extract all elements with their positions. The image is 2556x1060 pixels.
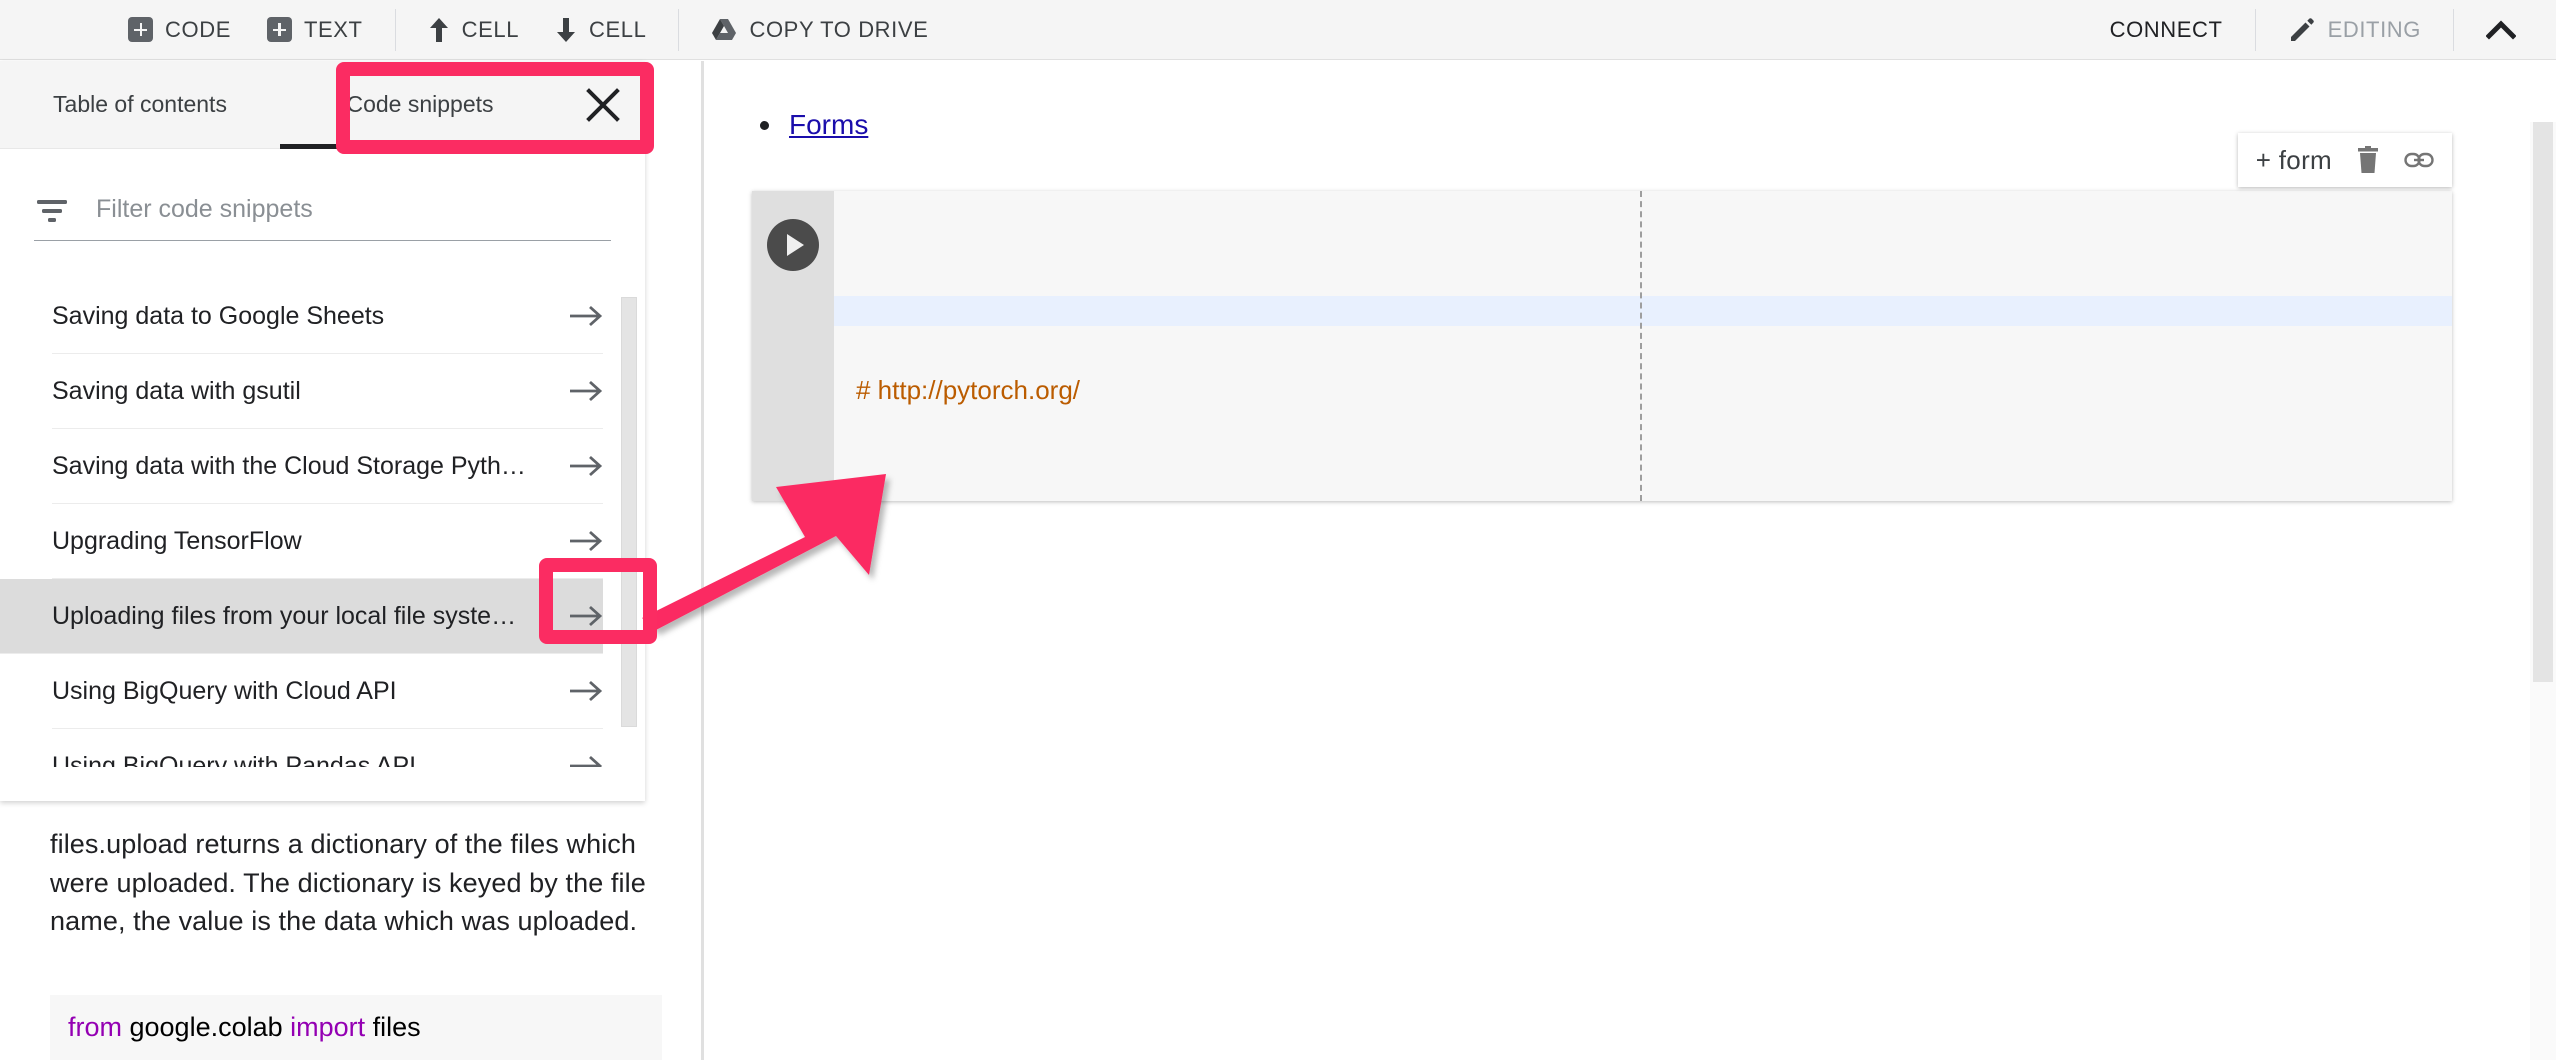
move-cell-up-label: CELL: [461, 16, 520, 42]
panel-tab-bar: Table of contents Code snippets: [0, 61, 645, 149]
run-cell-button[interactable]: [767, 219, 819, 271]
move-cell-down-label: CELL: [589, 16, 647, 42]
bullet-icon: [760, 120, 769, 130]
add-form-button[interactable]: + form: [2256, 145, 2332, 176]
forms-list-item: Forms: [760, 109, 868, 141]
arrow-right-icon[interactable]: [569, 678, 603, 704]
snippet-list-item[interactable]: Using BigQuery with Pandas API: [52, 729, 603, 767]
code-comment: # http://pytorch.org/: [856, 375, 1081, 406]
snippet-list-item[interactable]: Saving data with gsutil: [52, 354, 603, 429]
toolbar-divider: [2254, 8, 2256, 51]
code-text: files: [365, 1011, 421, 1042]
snippet-list: Saving data to Google Sheets Saving data…: [0, 279, 645, 767]
arrow-right-icon[interactable]: [569, 603, 603, 629]
editing-label: EDITING: [2327, 16, 2421, 42]
active-line-highlight: [834, 296, 2452, 326]
editing-mode-button[interactable]: EDITING: [2270, 0, 2439, 60]
snippet-list-item[interactable]: Saving data to Google Sheets: [52, 279, 603, 354]
arrow-right-icon[interactable]: [569, 753, 603, 767]
arrow-right-icon[interactable]: [569, 303, 603, 329]
link-icon[interactable]: [2404, 150, 2434, 170]
collapse-toolbar-button[interactable]: [2468, 0, 2556, 60]
add-code-cell-button[interactable]: CODE: [110, 0, 249, 60]
tab-table-of-contents[interactable]: Table of contents: [0, 61, 280, 149]
snippet-label: Saving data with gsutil: [52, 376, 301, 405]
snippet-label: Saving data to Google Sheets: [52, 301, 385, 330]
filter-icon: [37, 199, 67, 222]
pencil-icon: [2290, 17, 2314, 41]
arrow-up-icon: [429, 17, 448, 42]
snippet-list-item[interactable]: Saving data with the Cloud Storage Pyth…: [52, 429, 603, 504]
code-keyword: import: [290, 1011, 366, 1042]
plus-icon: [266, 17, 292, 42]
connect-label: CONNECT: [2109, 16, 2223, 42]
notebook-left-column: files.upload returns a dictionary of the…: [0, 801, 712, 1060]
copy-to-drive-label: COPY TO DRIVE: [749, 16, 929, 42]
code-keyword: from: [68, 1011, 122, 1042]
forms-link[interactable]: Forms: [789, 109, 868, 141]
move-cell-down-button[interactable]: CELL: [537, 0, 664, 60]
add-text-cell-button[interactable]: TEXT: [249, 0, 381, 60]
snippet-filter-input[interactable]: [96, 195, 611, 224]
add-code-cell-label: CODE: [165, 16, 231, 42]
snippet-filter-row: [34, 179, 611, 241]
connect-button[interactable]: CONNECT: [2092, 0, 2241, 60]
snippet-label: Saving data with the Cloud Storage Pyth…: [52, 451, 526, 480]
move-cell-up-button[interactable]: CELL: [410, 0, 537, 60]
toolbar-divider: [2453, 8, 2454, 51]
snippet-label: Using BigQuery with Cloud API: [52, 676, 397, 705]
arrow-right-icon[interactable]: [569, 528, 603, 554]
cell-gutter: [752, 191, 834, 501]
toolbar-divider: [394, 8, 396, 51]
drive-icon: [712, 18, 737, 40]
top-toolbar: CODE TEXT CELL CELL COPY TO DRIVE CONNEC…: [0, 0, 2556, 60]
copy-to-drive-button[interactable]: COPY TO DRIVE: [693, 0, 946, 60]
notebook-paragraph: files.upload returns a dictionary of the…: [50, 829, 646, 937]
tab-table-of-contents-label: Table of contents: [53, 91, 227, 117]
snippet-list-item[interactable]: Using BigQuery with Cloud API: [52, 654, 603, 729]
colab-window: CODE TEXT CELL CELL COPY TO DRIVE CONNEC…: [0, 0, 2556, 1060]
snippet-list-item[interactable]: Upgrading TensorFlow: [52, 504, 603, 579]
code-line: # http://pytorch.org/: [856, 374, 2452, 407]
notebook-code-block[interactable]: from google.colab import files: [50, 994, 662, 1060]
snippet-list-scrollbar[interactable]: [621, 297, 637, 727]
arrow-down-icon: [557, 17, 576, 42]
column-ruler: [1640, 191, 1642, 501]
plus-icon: [128, 17, 153, 42]
arrow-right-icon[interactable]: [569, 453, 603, 479]
code-editor[interactable]: # http://pytorch.org/ from os import pat…: [834, 191, 2452, 501]
snippet-label: Using BigQuery with Pandas API: [52, 751, 417, 768]
close-icon[interactable]: [583, 85, 623, 125]
arrow-right-icon[interactable]: [569, 378, 603, 404]
snippet-label: Upgrading TensorFlow: [52, 526, 302, 555]
trash-icon[interactable]: [2356, 146, 2380, 174]
page-scrollbar[interactable]: [2530, 122, 2556, 1060]
toolbar-left-group: CODE TEXT CELL CELL COPY TO DRIVE: [110, 0, 946, 60]
tab-code-snippets-label: Code snippets: [346, 91, 494, 117]
snippet-label: Uploading files from your local file sys…: [52, 601, 517, 630]
code-text: google.colab: [122, 1011, 291, 1042]
toolbar-right-group: CONNECT EDITING: [2092, 0, 2556, 60]
snippet-list-item-selected[interactable]: Uploading files from your local file sys…: [0, 579, 603, 654]
column-divider: [701, 61, 704, 1060]
chevron-up-icon: [2486, 19, 2516, 40]
code-cell[interactable]: # http://pytorch.org/ from os import pat…: [752, 191, 2452, 501]
notebook-main-area: Forms + form # http://pytorch.org/: [712, 61, 2556, 1060]
add-text-cell-label: TEXT: [303, 16, 363, 42]
tab-code-snippets[interactable]: Code snippets: [280, 61, 560, 149]
toolbar-divider: [678, 8, 680, 51]
code-snippets-panel: Table of contents Code snippets Saving d…: [0, 61, 645, 801]
page-scrollbar-thumb[interactable]: [2533, 122, 2553, 682]
play-icon: [787, 234, 804, 256]
cell-form-toolbar: + form: [2237, 133, 2452, 187]
